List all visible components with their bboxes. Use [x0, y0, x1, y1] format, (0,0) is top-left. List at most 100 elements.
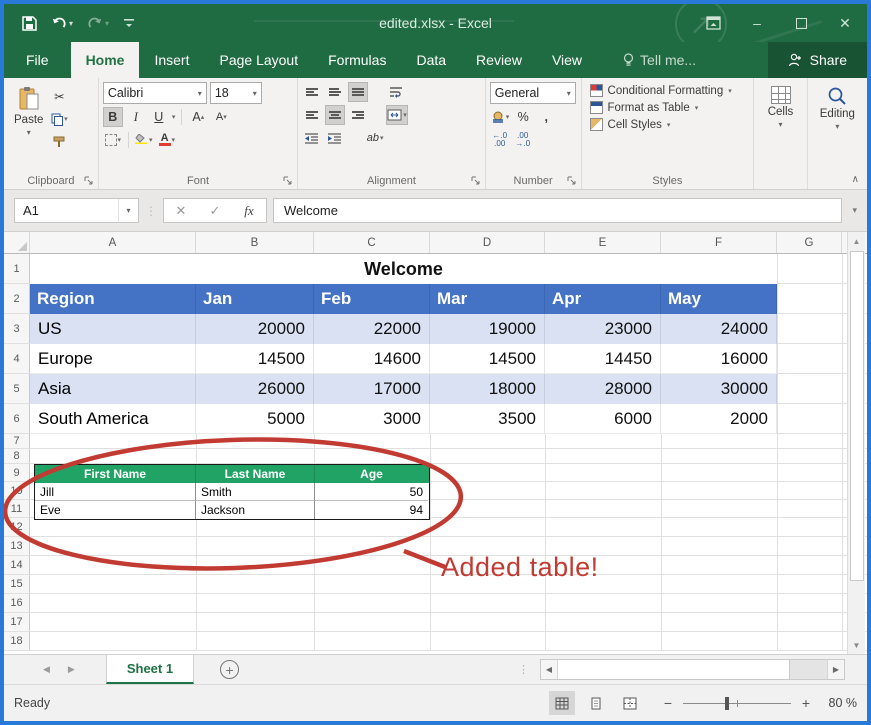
top-align-button[interactable] [302, 82, 322, 102]
close-button[interactable]: ✕ [823, 4, 867, 42]
page-layout-view-button[interactable] [583, 691, 609, 715]
tab-home[interactable]: Home [71, 42, 140, 78]
people-table-header-row[interactable]: First Name Last Name Age [35, 465, 429, 483]
font-color-dropdown[interactable]: ▾ [172, 136, 176, 144]
sales-header-cell[interactable]: Mar [430, 284, 545, 314]
row-header[interactable]: 11 [4, 500, 30, 517]
customize-qat-button[interactable] [123, 17, 135, 29]
sales-cell[interactable]: 5000 [196, 404, 314, 434]
paste-button[interactable]: Paste ▾ [8, 82, 49, 152]
redo-dropdown[interactable]: ▾ [105, 19, 109, 28]
tab-page-layout[interactable]: Page Layout [204, 42, 313, 78]
cell-styles-dropdown[interactable]: ▾ [667, 121, 671, 129]
fill-color-dropdown[interactable]: ▾ [149, 136, 153, 144]
sales-cell[interactable]: 16000 [661, 344, 777, 374]
scroll-right-button[interactable]: ▶ [827, 660, 844, 679]
people-cell[interactable]: 94 [315, 501, 428, 519]
tab-data[interactable]: Data [401, 42, 461, 78]
sales-cell[interactable]: Asia [30, 374, 196, 404]
people-header-cell[interactable]: Age [315, 465, 428, 483]
minimize-button[interactable]: – [735, 4, 779, 42]
cells-dropdown[interactable]: ▾ [779, 120, 783, 129]
select-all-button[interactable] [4, 232, 30, 253]
enter-button[interactable]: ✓ [198, 199, 232, 222]
row-header[interactable]: 14 [4, 556, 30, 574]
redo-button[interactable]: ▾ [87, 16, 109, 30]
sales-cell[interactable]: 14500 [430, 344, 545, 374]
page-break-view-button[interactable] [617, 691, 643, 715]
people-cell[interactable]: Smith [196, 483, 315, 501]
sales-cell[interactable]: 28000 [545, 374, 661, 404]
maximize-button[interactable] [779, 4, 823, 42]
grid-row[interactable]: 17 [4, 613, 867, 632]
font-name-dropdown[interactable]: ▾ [193, 89, 202, 98]
sales-header-cell[interactable]: Apr [545, 284, 661, 314]
conditional-formatting-dropdown[interactable]: ▾ [728, 87, 732, 95]
underline-dropdown[interactable]: ▾ [172, 113, 176, 121]
collapse-ribbon-button[interactable]: ∧ [852, 174, 859, 185]
sales-cell[interactable]: US [30, 314, 196, 344]
increase-font-button[interactable]: A▴ [188, 107, 208, 127]
align-left-button[interactable] [302, 105, 322, 125]
grid-row[interactable]: 16 [4, 594, 867, 613]
save-button[interactable] [22, 16, 37, 31]
row-header[interactable]: 6 [4, 404, 30, 433]
grid-row[interactable]: 14 [4, 556, 867, 575]
sales-cell[interactable]: 14600 [314, 344, 430, 374]
sheet-tab-active[interactable]: Sheet 1 [106, 655, 194, 684]
font-color-button[interactable]: A ▾ [157, 130, 177, 150]
decrease-indent-button[interactable] [302, 128, 322, 148]
people-table-row[interactable]: Jill Smith 50 [35, 483, 429, 501]
name-box[interactable]: A1 ▾ [14, 198, 139, 223]
tab-view[interactable]: View [537, 42, 597, 78]
percent-style-button[interactable]: % [513, 107, 533, 127]
comma-style-button[interactable]: , [536, 107, 556, 127]
tab-insert[interactable]: Insert [139, 42, 204, 78]
sales-header-cell[interactable]: Jan [196, 284, 314, 314]
center-button[interactable] [325, 105, 345, 125]
sales-table-row[interactable]: US 20000 22000 19000 23000 24000 [30, 314, 777, 344]
horizontal-scroll-thumb[interactable] [558, 660, 790, 679]
sales-cell[interactable]: 6000 [545, 404, 661, 434]
sales-cell[interactable]: 20000 [196, 314, 314, 344]
copy-dropdown[interactable]: ▾ [64, 115, 68, 123]
row-header[interactable]: 13 [4, 537, 30, 555]
people-cell[interactable]: Eve [35, 501, 196, 519]
format-as-table-dropdown[interactable]: ▾ [695, 104, 699, 112]
sales-table-row[interactable]: Asia 26000 17000 18000 28000 30000 [30, 374, 777, 404]
column-header-d[interactable]: D [430, 232, 545, 253]
sales-cell[interactable]: South America [30, 404, 196, 434]
increase-indent-button[interactable] [325, 128, 345, 148]
sales-cell[interactable]: 30000 [661, 374, 777, 404]
sales-cell[interactable]: 14500 [196, 344, 314, 374]
zoom-level[interactable]: 80 % [821, 696, 857, 710]
accounting-format-button[interactable]: ▾ [490, 107, 511, 127]
merge-center-dropdown[interactable]: ▾ [403, 111, 407, 119]
bottom-align-button[interactable] [348, 82, 368, 102]
sales-cell[interactable]: 19000 [430, 314, 545, 344]
italic-button[interactable]: I [126, 107, 146, 127]
row-header[interactable]: 4 [4, 344, 30, 373]
grid-row[interactable]: 12 [4, 518, 867, 537]
people-header-cell[interactable]: Last Name [196, 465, 315, 483]
column-header-c[interactable]: C [314, 232, 430, 253]
sales-cell[interactable]: 14450 [545, 344, 661, 374]
sales-cell[interactable]: 17000 [314, 374, 430, 404]
vertical-scrollbar[interactable]: ▲ ▼ [847, 232, 865, 654]
name-box-dropdown[interactable]: ▾ [118, 199, 138, 222]
sales-cell[interactable]: 22000 [314, 314, 430, 344]
number-dialog-launcher[interactable] [567, 176, 577, 186]
sales-cell[interactable]: Europe [30, 344, 196, 374]
tell-me-box[interactable]: Tell me... [609, 42, 710, 78]
undo-button[interactable]: ▾ [51, 16, 73, 30]
sales-cell[interactable]: 23000 [545, 314, 661, 344]
borders-button[interactable]: ▾ [103, 130, 123, 150]
tab-file[interactable]: File [4, 42, 71, 78]
sales-table-row[interactable]: South America 5000 3000 3500 6000 2000 [30, 404, 777, 434]
sales-cell[interactable]: 3500 [430, 404, 545, 434]
row-header[interactable]: 17 [4, 613, 30, 631]
people-header-cell[interactable]: First Name [35, 465, 196, 483]
borders-dropdown[interactable]: ▾ [118, 136, 122, 144]
row-header[interactable]: 12 [4, 518, 30, 536]
conditional-formatting-button[interactable]: Conditional Formatting ▾ [590, 82, 750, 99]
